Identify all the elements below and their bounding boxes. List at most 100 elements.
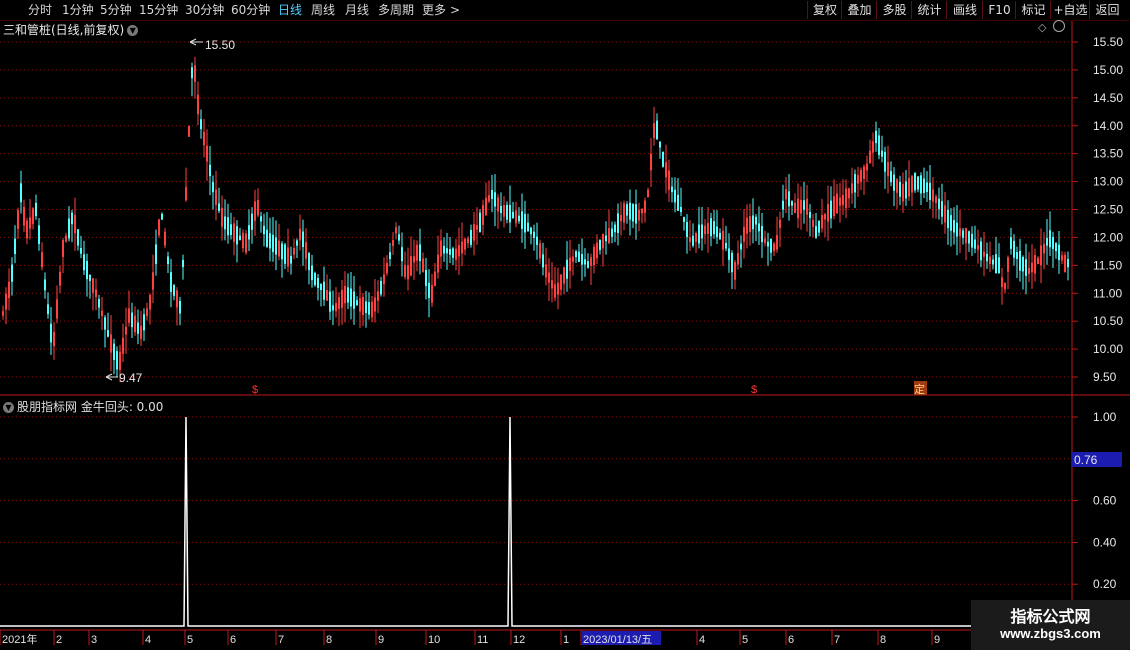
date-label: 7	[278, 634, 284, 646]
candle-body	[341, 289, 343, 308]
candle-body	[875, 130, 877, 144]
candle-body	[212, 182, 214, 193]
period-tab-4[interactable]: 30分钟	[185, 2, 224, 18]
candle-body	[911, 176, 913, 193]
candle-body	[332, 305, 334, 311]
candle-body	[266, 229, 268, 247]
period-tab-2[interactable]: 5分钟	[100, 2, 132, 18]
candle-body	[605, 235, 607, 242]
chevron-down-icon[interactable]: ▼	[3, 402, 14, 413]
toolbar-action-6[interactable]: 标记	[1015, 1, 1051, 19]
candle-body	[1064, 254, 1066, 273]
candle-body	[554, 284, 556, 298]
indicator-title[interactable]: ▼ 股朋指标网 金牛回头: 0.00	[3, 398, 163, 415]
candle-body	[812, 219, 814, 227]
candle-body	[386, 262, 388, 274]
period-tab-7[interactable]: 周线	[311, 2, 335, 18]
candle-body	[425, 269, 427, 286]
candle-body	[728, 248, 730, 260]
candle-body	[770, 238, 772, 253]
candle-body	[536, 236, 538, 245]
indicator-axis: 1.000.800.600.400.200.76	[1072, 410, 1122, 591]
candle-body	[620, 214, 622, 222]
candle-body	[17, 210, 19, 229]
candle-body	[467, 238, 469, 244]
candle-body	[284, 244, 286, 264]
price-tick-label: 15.50	[1093, 35, 1123, 49]
toolbar-action-1[interactable]: 叠加	[841, 1, 877, 19]
candle-body	[1040, 245, 1042, 266]
candle-body	[485, 197, 487, 216]
candle-body	[830, 200, 832, 219]
period-tab-3[interactable]: 15分钟	[139, 2, 178, 18]
watermark: 指标公式网 www.zbgs3.com	[971, 600, 1130, 650]
price-tick-label: 14.00	[1093, 119, 1123, 133]
period-tab-9[interactable]: 多周期	[378, 2, 414, 18]
candle-body	[563, 267, 565, 284]
candle-body	[794, 202, 796, 213]
period-tab-0[interactable]: 分时	[28, 2, 52, 18]
candle-body	[140, 325, 142, 339]
candle-body	[692, 235, 694, 246]
candle-body	[248, 225, 250, 240]
candle-body	[797, 198, 799, 219]
candle-body	[1043, 243, 1045, 254]
candle-body	[800, 199, 802, 214]
toolbar-action-3[interactable]: 统计	[911, 1, 947, 19]
candle-body	[464, 238, 466, 250]
candle-body	[923, 178, 925, 193]
price-tick-label: 13.00	[1093, 175, 1123, 189]
candle-body	[353, 291, 355, 309]
candle-body	[785, 189, 787, 200]
period-tab-8[interactable]: 月线	[345, 2, 369, 18]
date-label: 7	[834, 634, 840, 646]
candle-body	[959, 228, 961, 237]
toolbar-action-4[interactable]: 画线	[946, 1, 983, 19]
candle-body	[8, 281, 10, 299]
chart-title[interactable]: 三和管桩(日线,前复权) ▼	[3, 21, 139, 38]
candle-body	[905, 181, 907, 199]
candle-body	[392, 240, 394, 246]
candle-body	[74, 214, 76, 234]
candle-body	[863, 166, 865, 179]
chevron-down-icon[interactable]: ▼	[127, 25, 139, 36]
candle-body	[908, 177, 910, 197]
date-label: 1	[563, 634, 569, 646]
candle-body	[95, 289, 97, 297]
toolbar-action-8[interactable]: 返回	[1089, 1, 1125, 19]
toolbar-action-7[interactable]: +自选	[1050, 1, 1090, 19]
candle-body	[659, 141, 661, 148]
candle-body	[236, 226, 238, 245]
period-tab-6[interactable]: 日线	[278, 2, 302, 18]
circle-icon[interactable]	[1053, 20, 1065, 32]
more-arrow-icon[interactable]: >	[450, 2, 460, 18]
candle-body	[698, 224, 700, 244]
candle-body	[731, 252, 733, 273]
watermark-url: www.zbgs3.com	[1000, 626, 1101, 641]
date-label: 2021年	[2, 632, 37, 646]
period-tab-5[interactable]: 60分钟	[231, 2, 270, 18]
candle-body	[125, 326, 127, 335]
candle-body	[203, 131, 205, 146]
candle-body	[452, 248, 454, 258]
candle-body	[506, 204, 508, 220]
candle-body	[914, 172, 916, 191]
candle-body	[557, 282, 559, 295]
toolbar-action-0[interactable]: 复权	[807, 1, 842, 19]
candle-body	[575, 251, 577, 258]
candle-body	[137, 322, 139, 334]
candle-body	[878, 135, 880, 156]
candle-body	[503, 205, 505, 217]
diamond-icon[interactable]: ◇	[1038, 21, 1046, 34]
candle-body	[41, 252, 43, 268]
candle-body	[143, 314, 145, 331]
toolbar-action-5[interactable]: F10	[982, 1, 1016, 19]
axis-lines	[0, 20, 1130, 631]
candle-body	[323, 281, 325, 300]
toolbar-action-2[interactable]: 多股	[876, 1, 912, 19]
period-tab-10[interactable]: 更多	[422, 2, 446, 18]
candle-body	[128, 308, 130, 323]
candle-body	[824, 214, 826, 220]
date-label: 5	[187, 634, 193, 646]
period-tab-1[interactable]: 1分钟	[62, 2, 94, 18]
